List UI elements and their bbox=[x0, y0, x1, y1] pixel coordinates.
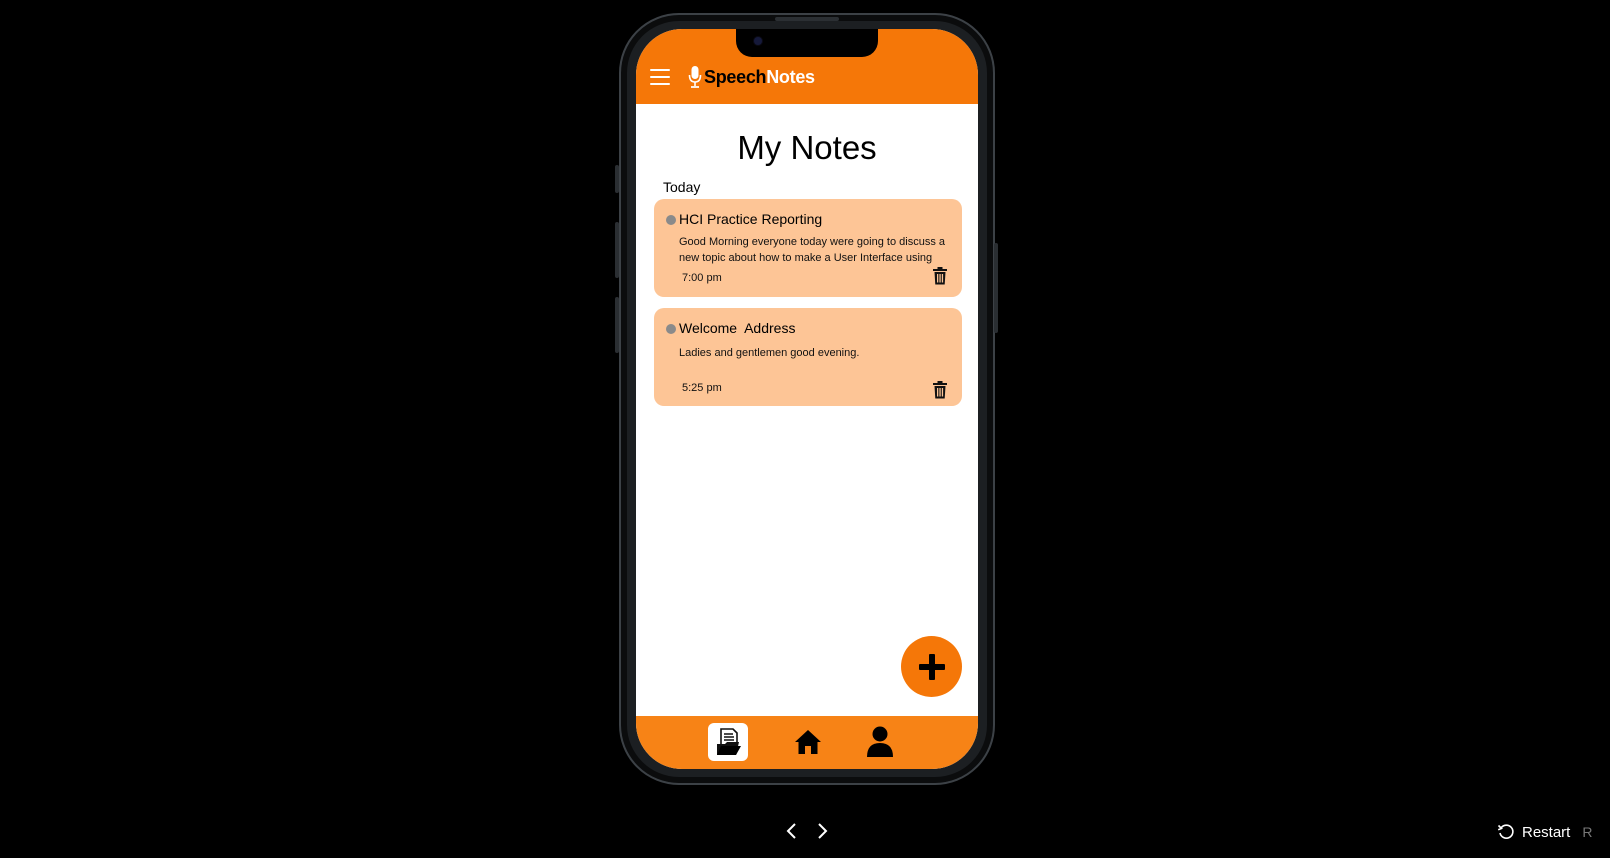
hamburger-menu-button[interactable] bbox=[650, 69, 670, 85]
note-card[interactable]: HCI Practice Reporting Good Morning ever… bbox=[654, 199, 962, 297]
trash-icon[interactable] bbox=[932, 267, 948, 285]
phone-mute-switch bbox=[615, 165, 619, 193]
note-title: Welcome Address bbox=[679, 320, 796, 336]
restart-icon bbox=[1497, 824, 1514, 839]
plus-icon bbox=[918, 653, 945, 680]
hamburger-icon bbox=[650, 69, 670, 71]
page-title: My Notes bbox=[737, 129, 877, 166]
restart-button[interactable]: Restart R bbox=[1497, 823, 1592, 841]
nav-notes[interactable] bbox=[708, 723, 748, 761]
section-label-today: Today bbox=[663, 179, 701, 195]
restart-label: Restart bbox=[1522, 823, 1571, 841]
phone-volume-up bbox=[615, 222, 619, 278]
home-icon bbox=[795, 730, 821, 754]
hamburger-line bbox=[650, 76, 670, 78]
note-time: 5:25 pm bbox=[682, 382, 722, 394]
nav-home[interactable] bbox=[788, 723, 828, 761]
phone-volume-down bbox=[615, 297, 619, 353]
bottom-nav bbox=[636, 716, 978, 769]
note-title: HCI Practice Reporting bbox=[679, 211, 823, 227]
logo-text-notes: Notes bbox=[766, 66, 815, 87]
front-camera bbox=[754, 37, 762, 45]
note-time: 7:00 pm bbox=[682, 272, 722, 284]
app-logo: Speech Notes bbox=[688, 64, 815, 90]
chevron-right-icon[interactable] bbox=[815, 822, 829, 840]
phone-notch bbox=[736, 29, 878, 57]
note-preview: Good Morning everyone today were going t… bbox=[679, 236, 945, 264]
restart-shortcut-key: R bbox=[1582, 824, 1593, 840]
note-preview: Ladies and gentlemen good evening. bbox=[679, 347, 860, 359]
phone-speaker bbox=[775, 17, 839, 21]
note-status-dot bbox=[666, 215, 676, 225]
notes-folder-icon bbox=[717, 728, 741, 755]
note-status-dot bbox=[666, 324, 676, 334]
user-icon bbox=[867, 726, 893, 757]
nav-profile[interactable] bbox=[860, 723, 900, 761]
chevron-left-icon[interactable] bbox=[785, 822, 799, 840]
trash-icon[interactable] bbox=[932, 381, 948, 399]
note-card[interactable]: Welcome Address Ladies and gentlemen goo… bbox=[654, 308, 962, 406]
phone-screen: Speech Notes My Notes Today HCI Practice … bbox=[636, 29, 978, 769]
add-note-button[interactable] bbox=[901, 636, 962, 697]
microphone-icon bbox=[688, 66, 702, 88]
hamburger-line bbox=[650, 83, 670, 85]
phone-power-button bbox=[994, 243, 998, 333]
logo-text-speech: Speech bbox=[704, 66, 767, 87]
